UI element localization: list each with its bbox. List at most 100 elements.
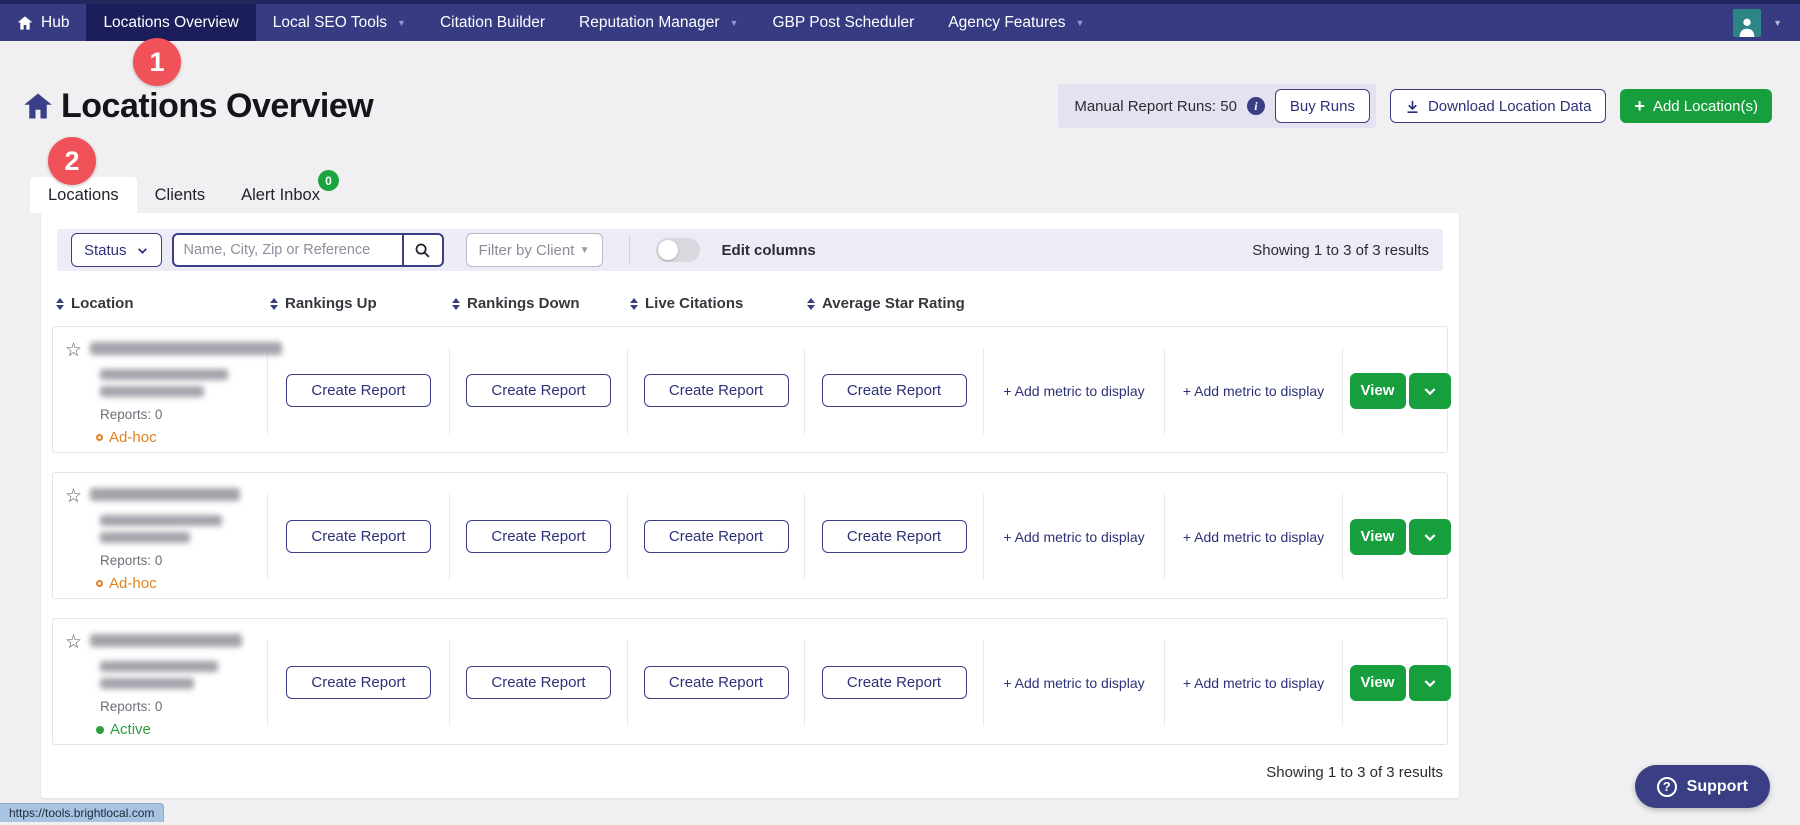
nav-item-reputation-manager[interactable]: Reputation Manager ▼ — [562, 4, 755, 41]
question-mark-icon: ? — [1657, 777, 1677, 797]
sort-icon — [452, 298, 460, 310]
download-icon — [1405, 99, 1420, 114]
location-address-line1-redacted — [100, 515, 222, 526]
view-button[interactable]: View — [1350, 665, 1406, 701]
create-report-button[interactable]: Create Report — [644, 666, 789, 699]
reports-count: Reports: 0 — [100, 699, 242, 714]
status-badge: Ad-hoc — [96, 429, 282, 446]
add-metric-link[interactable]: + Add metric to display — [1003, 383, 1144, 399]
add-metric-link[interactable]: + Add metric to display — [1003, 529, 1144, 545]
extra-metric-cell-2: + Add metric to display — [1164, 348, 1342, 434]
nav-item-local-seo-tools[interactable]: Local SEO Tools ▼ — [256, 4, 423, 41]
info-icon[interactable]: i — [1247, 97, 1265, 115]
page-header: Locations Overview Manual Report Runs: 5… — [23, 84, 1772, 128]
create-report-button[interactable]: Create Report — [286, 374, 431, 407]
create-report-button[interactable]: Create Report — [822, 374, 967, 407]
create-report-button[interactable]: Create Report — [644, 520, 789, 553]
create-report-button[interactable]: Create Report — [822, 520, 967, 553]
add-metric-link[interactable]: + Add metric to display — [1183, 675, 1324, 691]
column-header-live-citations[interactable]: Live Citations — [626, 295, 803, 312]
nav-label: Agency Features — [948, 14, 1065, 32]
create-report-button[interactable]: Create Report — [286, 520, 431, 553]
nav-label: Locations Overview — [103, 14, 238, 32]
actions-cell: View — [1342, 494, 1457, 580]
view-button[interactable]: View — [1350, 519, 1406, 555]
edit-columns-toggle[interactable] — [656, 238, 700, 262]
add-metric-link[interactable]: + Add metric to display — [1183, 529, 1324, 545]
actions-cell: View — [1342, 348, 1457, 434]
location-address-line2-redacted — [100, 386, 204, 397]
person-icon — [1736, 15, 1758, 37]
chevron-down-icon: ▼ — [1076, 18, 1085, 28]
manual-report-runs-box: Manual Report Runs: 50 i Buy Runs — [1058, 84, 1376, 128]
download-label: Download Location Data — [1428, 98, 1591, 115]
account-menu-caret-icon[interactable]: ▼ — [1773, 18, 1782, 28]
extra-metric-cell-1: + Add metric to display — [983, 494, 1164, 580]
nav-item-agency-features[interactable]: Agency Features ▼ — [931, 4, 1101, 41]
view-dropdown-button[interactable] — [1409, 665, 1451, 701]
favorite-star-icon[interactable]: ☆ — [65, 341, 82, 360]
create-report-button[interactable]: Create Report — [466, 666, 611, 699]
view-dropdown-button[interactable] — [1409, 519, 1451, 555]
user-avatar[interactable] — [1733, 9, 1761, 37]
create-report-button[interactable]: Create Report — [466, 520, 611, 553]
chevron-down-icon — [1422, 529, 1438, 545]
favorite-star-icon[interactable]: ☆ — [65, 633, 82, 652]
results-summary-top: Showing 1 to 3 of 3 results — [1252, 242, 1429, 259]
rankings-down-cell: Create Report — [449, 348, 627, 434]
search-button[interactable] — [402, 233, 444, 267]
buy-runs-button[interactable]: Buy Runs — [1275, 89, 1370, 123]
create-report-button[interactable]: Create Report — [822, 666, 967, 699]
chevron-down-icon — [1422, 383, 1438, 399]
favorite-star-icon[interactable]: ☆ — [65, 487, 82, 506]
nav-label: Local SEO Tools — [273, 14, 387, 32]
tab-locations[interactable]: Locations — [30, 177, 137, 213]
add-metric-link[interactable]: + Add metric to display — [1183, 383, 1324, 399]
column-header-rankings-down[interactable]: Rankings Down — [448, 295, 626, 312]
tab-clients[interactable]: Clients — [137, 177, 223, 213]
add-location-button[interactable]: + Add Location(s) — [1620, 89, 1772, 123]
extra-metric-cell-2: + Add metric to display — [1164, 494, 1342, 580]
rankings-up-cell: Create Report — [267, 348, 449, 434]
nav-item-locations-overview[interactable]: Locations Overview — [86, 4, 255, 41]
page-title: Locations Overview — [61, 87, 373, 126]
client-filter-label: Filter by Client — [479, 242, 575, 259]
status-filter-label: Status — [84, 242, 127, 259]
status-dot-icon — [96, 726, 104, 734]
location-name-redacted[interactable] — [90, 488, 240, 501]
view-button[interactable]: View — [1350, 373, 1406, 409]
table-body: ☆ Reports: 0 Ad-hoc Create Report Create… — [52, 326, 1448, 745]
add-metric-link[interactable]: + Add metric to display — [1003, 675, 1144, 691]
nav-label: Reputation Manager — [579, 14, 719, 32]
view-dropdown-button[interactable] — [1409, 373, 1451, 409]
sort-icon — [56, 298, 64, 310]
average-star-rating-cell: Create Report — [804, 640, 983, 726]
chevron-down-icon — [1422, 675, 1438, 691]
column-header-rankings-up[interactable]: Rankings Up — [266, 295, 448, 312]
filter-bar: Status Filter by Client ▼ Edit columns S… — [57, 229, 1443, 271]
create-report-button[interactable]: Create Report — [644, 374, 789, 407]
download-location-data-button[interactable]: Download Location Data — [1390, 89, 1606, 123]
nav-label: Hub — [41, 14, 69, 32]
status-dot-icon — [96, 434, 103, 441]
create-report-button[interactable]: Create Report — [466, 374, 611, 407]
nav-item-citation-builder[interactable]: Citation Builder — [423, 4, 562, 41]
search-input[interactable] — [172, 233, 402, 267]
home-icon — [17, 15, 33, 31]
nav-item-gbp-post-scheduler[interactable]: GBP Post Scheduler — [755, 4, 931, 41]
client-filter-dropdown[interactable]: Filter by Client ▼ — [466, 233, 603, 267]
sort-icon — [807, 298, 815, 310]
actions-cell: View — [1342, 640, 1457, 726]
location-cell: ☆ Reports: 0 Ad-hoc — [53, 473, 267, 600]
location-name-redacted[interactable] — [90, 342, 282, 355]
column-header-location[interactable]: Location — [52, 295, 266, 312]
column-header-average-star-rating[interactable]: Average Star Rating — [803, 295, 982, 312]
nav-item-hub[interactable]: Hub — [0, 4, 86, 41]
support-button[interactable]: ? Support — [1635, 765, 1770, 808]
top-navigation: Hub Locations Overview Local SEO Tools ▼… — [0, 0, 1800, 41]
status-filter-dropdown[interactable]: Status — [71, 233, 162, 267]
live-citations-cell: Create Report — [627, 640, 804, 726]
create-report-button[interactable]: Create Report — [286, 666, 431, 699]
location-cell: ☆ Reports: 0 Active — [53, 619, 267, 746]
location-name-redacted[interactable] — [90, 634, 242, 647]
